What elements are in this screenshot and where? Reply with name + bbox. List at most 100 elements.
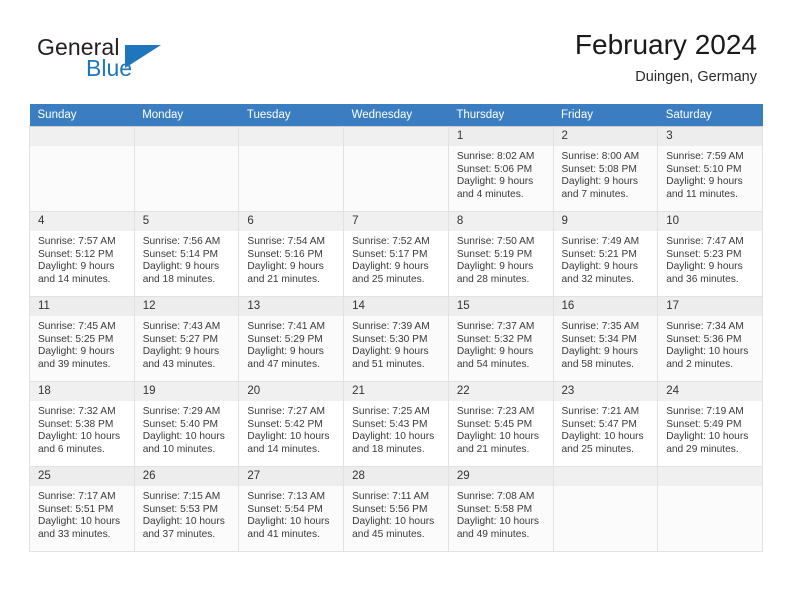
day-details: Sunrise: 7:45 AM Sunset: 5:25 PM Daylight:… bbox=[30, 316, 134, 371]
day-detail-line: Sunset: 5:36 PM bbox=[666, 333, 742, 345]
day-detail-line: Daylight: 10 hours bbox=[666, 431, 749, 443]
day-details: Sunrise: 7:39 AM Sunset: 5:30 PM Daylight:… bbox=[344, 316, 448, 371]
day-detail-line: Sunset: 5:32 PM bbox=[456, 333, 533, 345]
calendar-day-cell[interactable]: 13 Sunrise: 7:41 AM Sunset: 5:29 PM Dayligh… bbox=[238, 296, 345, 382]
day-detail-line: and 43 minutes. bbox=[142, 358, 216, 370]
day-detail-line: and 4 minutes. bbox=[456, 188, 524, 200]
calendar-day-cell[interactable]: 29 Sunrise: 7:08 AM Sunset: 5:58 PM Dayligh… bbox=[447, 466, 554, 552]
day-detail-line: Sunrise: 8:02 AM bbox=[456, 151, 535, 162]
day-number: 11 bbox=[30, 297, 134, 316]
day-number: 2 bbox=[553, 127, 658, 146]
calendar-day-cell[interactable]: 16 Sunrise: 7:35 AM Sunset: 5:34 PM Dayligh… bbox=[552, 296, 659, 382]
day-detail-line: Sunset: 5:34 PM bbox=[561, 333, 637, 345]
calendar-day-cell[interactable]: 8 Sunrise: 7:50 AM Sunset: 5:19 PM Daylight… bbox=[447, 211, 554, 297]
day-detail-line: Sunrise: 7:54 AM bbox=[247, 236, 325, 247]
calendar-week-row: 18 Sunrise: 7:32 AM Sunset: 5:38 PM Dayligh… bbox=[29, 381, 763, 467]
day-detail-line: Daylight: 9 hours bbox=[38, 346, 115, 358]
calendar-day-cell[interactable]: 9 Sunrise: 7:49 AM Sunset: 5:21 PM Daylight… bbox=[552, 211, 659, 297]
day-detail-line: and 14 minutes. bbox=[38, 273, 111, 285]
day-detail-line: Sunrise: 7:15 AM bbox=[142, 491, 221, 502]
day-details: Sunrise: 7:19 AM Sunset: 5:49 PM Daylight:… bbox=[658, 401, 762, 456]
day-details bbox=[239, 146, 343, 151]
calendar-day-cell[interactable]: 25 Sunrise: 7:17 AM Sunset: 5:51 PM Dayligh… bbox=[29, 466, 135, 552]
calendar-day-cell[interactable]: 22 Sunrise: 7:23 AM Sunset: 5:45 PM Dayligh… bbox=[447, 381, 554, 467]
page-subtitle: Duingen, Germany bbox=[635, 69, 757, 85]
calendar-page: General Blue February 2024 Duingen, Germ… bbox=[0, 0, 792, 612]
day-number: 4 bbox=[30, 212, 134, 231]
calendar-day-cell[interactable]: 10 Sunrise: 7:47 AM Sunset: 5:23 PM Dayligh… bbox=[657, 211, 763, 297]
day-detail-line: Daylight: 9 hours bbox=[666, 261, 743, 273]
calendar-day-cell[interactable]: 12 Sunrise: 7:43 AM Sunset: 5:27 PM Dayligh… bbox=[133, 296, 240, 382]
calendar-day-cell[interactable]: 28 Sunrise: 7:11 AM Sunset: 5:56 PM Dayligh… bbox=[343, 466, 449, 552]
day-detail-line: and 29 minutes. bbox=[666, 443, 739, 455]
day-detail-line: Sunset: 5:54 PM bbox=[247, 503, 323, 515]
day-detail-line: Daylight: 10 hours bbox=[456, 431, 539, 443]
day-number: 12 bbox=[134, 297, 239, 316]
day-detail-line: Daylight: 9 hours bbox=[352, 261, 429, 273]
day-details: Sunrise: 7:15 AM Sunset: 5:53 PM Daylight:… bbox=[135, 486, 239, 541]
calendar-day-cell[interactable]: 23 Sunrise: 7:21 AM Sunset: 5:47 PM Dayligh… bbox=[552, 381, 659, 467]
day-details: Sunrise: 7:35 AM Sunset: 5:34 PM Daylight:… bbox=[554, 316, 658, 371]
calendar-day-cell[interactable]: 20 Sunrise: 7:27 AM Sunset: 5:42 PM Dayligh… bbox=[238, 381, 345, 467]
day-number: 14 bbox=[344, 297, 448, 316]
day-details: Sunrise: 7:17 AM Sunset: 5:51 PM Daylight:… bbox=[30, 486, 134, 541]
calendar-day-cell[interactable]: 4 Sunrise: 7:57 AM Sunset: 5:12 PM Daylight… bbox=[29, 211, 135, 297]
calendar-day-cell[interactable]: 3 Sunrise: 7:59 AM Sunset: 5:10 PM Daylight… bbox=[657, 126, 763, 212]
weekday-header-monday: Monday bbox=[134, 104, 239, 127]
calendar-day-cell[interactable]: 15 Sunrise: 7:37 AM Sunset: 5:32 PM Dayligh… bbox=[447, 296, 554, 382]
day-number: 13 bbox=[239, 297, 344, 316]
day-detail-line: Sunrise: 7:13 AM bbox=[247, 491, 325, 502]
day-detail-line: Sunset: 5:49 PM bbox=[666, 418, 742, 430]
day-number: 20 bbox=[239, 382, 344, 401]
calendar-day-cell[interactable]: 18 Sunrise: 7:32 AM Sunset: 5:38 PM Dayligh… bbox=[29, 381, 135, 467]
day-detail-line: Sunset: 5:58 PM bbox=[456, 503, 533, 515]
day-detail-line: Sunrise: 7:34 AM bbox=[666, 321, 744, 332]
day-detail-line: and 25 minutes. bbox=[352, 273, 425, 285]
day-detail-line: Sunset: 5:56 PM bbox=[352, 503, 428, 515]
day-detail-line: and 6 minutes. bbox=[38, 443, 105, 455]
day-details: Sunrise: 7:41 AM Sunset: 5:29 PM Daylight:… bbox=[239, 316, 343, 371]
calendar-day-cell[interactable]: 6 Sunrise: 7:54 AM Sunset: 5:16 PM Daylight… bbox=[238, 211, 345, 297]
day-detail-line: and 41 minutes. bbox=[247, 528, 320, 540]
calendar-day-cell[interactable]: 14 Sunrise: 7:39 AM Sunset: 5:30 PM Dayligh… bbox=[343, 296, 449, 382]
weekday-header-row: Sunday Monday Tuesday Wednesday Thursday… bbox=[29, 104, 763, 127]
day-detail-line: Sunrise: 7:39 AM bbox=[352, 321, 430, 332]
calendar-day-cell[interactable]: 11 Sunrise: 7:45 AM Sunset: 5:25 PM Dayligh… bbox=[29, 296, 135, 382]
day-detail-line: and 18 minutes. bbox=[142, 273, 216, 285]
calendar-day-cell[interactable]: 5 Sunrise: 7:56 AM Sunset: 5:14 PM Daylight… bbox=[133, 211, 240, 297]
day-detail-line: Daylight: 10 hours bbox=[561, 431, 644, 443]
day-detail-line: Sunset: 5:38 PM bbox=[38, 418, 114, 430]
day-detail-line: and 32 minutes. bbox=[561, 273, 635, 285]
day-details: Sunrise: 7:21 AM Sunset: 5:47 PM Daylight:… bbox=[554, 401, 658, 456]
day-detail-line: and 21 minutes. bbox=[247, 273, 320, 285]
day-details: Sunrise: 7:54 AM Sunset: 5:16 PM Daylight:… bbox=[239, 231, 343, 286]
day-details: Sunrise: 7:13 AM Sunset: 5:54 PM Daylight:… bbox=[239, 486, 343, 541]
calendar-day-cell[interactable]: 7 Sunrise: 7:52 AM Sunset: 5:17 PM Daylight… bbox=[343, 211, 449, 297]
day-detail-line: Daylight: 10 hours bbox=[142, 431, 225, 443]
brand-logo[interactable]: General Blue bbox=[29, 34, 229, 90]
calendar-day-cell[interactable]: 26 Sunrise: 7:15 AM Sunset: 5:53 PM Dayligh… bbox=[133, 466, 240, 552]
calendar-empty-cell bbox=[29, 126, 135, 212]
calendar-day-cell[interactable]: 17 Sunrise: 7:34 AM Sunset: 5:36 PM Dayligh… bbox=[657, 296, 763, 382]
day-detail-line: and 54 minutes. bbox=[456, 358, 530, 370]
calendar-day-cell[interactable]: 21 Sunrise: 7:25 AM Sunset: 5:43 PM Dayligh… bbox=[343, 381, 449, 467]
calendar-day-cell[interactable]: 27 Sunrise: 7:13 AM Sunset: 5:54 PM Dayligh… bbox=[238, 466, 345, 552]
day-detail-line: and 7 minutes. bbox=[561, 188, 629, 200]
weekday-header-thursday: Thursday bbox=[448, 104, 554, 127]
day-detail-line: Sunset: 5:45 PM bbox=[456, 418, 533, 430]
calendar-day-cell[interactable]: 24 Sunrise: 7:19 AM Sunset: 5:49 PM Dayligh… bbox=[657, 381, 763, 467]
calendar-empty-cell bbox=[238, 126, 345, 212]
calendar-day-cell[interactable]: 1 Sunrise: 8:02 AM Sunset: 5:06 PM Daylight… bbox=[447, 126, 554, 212]
day-detail-line: Sunrise: 7:29 AM bbox=[142, 406, 221, 417]
day-detail-line: Sunrise: 8:00 AM bbox=[561, 151, 640, 162]
calendar-day-cell[interactable]: 19 Sunrise: 7:29 AM Sunset: 5:40 PM Dayligh… bbox=[133, 381, 240, 467]
calendar-day-cell[interactable]: 2 Sunrise: 8:00 AM Sunset: 5:08 PM Daylight… bbox=[552, 126, 659, 212]
day-details: Sunrise: 7:11 AM Sunset: 5:56 PM Daylight:… bbox=[344, 486, 448, 541]
day-detail-line: Sunset: 5:19 PM bbox=[456, 248, 533, 260]
day-detail-line: Sunrise: 7:37 AM bbox=[456, 321, 535, 332]
day-detail-line: Sunrise: 7:27 AM bbox=[247, 406, 325, 417]
title-block: February 2024 Duingen, Germany bbox=[575, 28, 757, 87]
day-details: Sunrise: 7:56 AM Sunset: 5:14 PM Daylight:… bbox=[135, 231, 239, 286]
day-details: Sunrise: 8:00 AM Sunset: 5:08 PM Daylight:… bbox=[554, 146, 658, 201]
day-number: 25 bbox=[30, 467, 134, 486]
